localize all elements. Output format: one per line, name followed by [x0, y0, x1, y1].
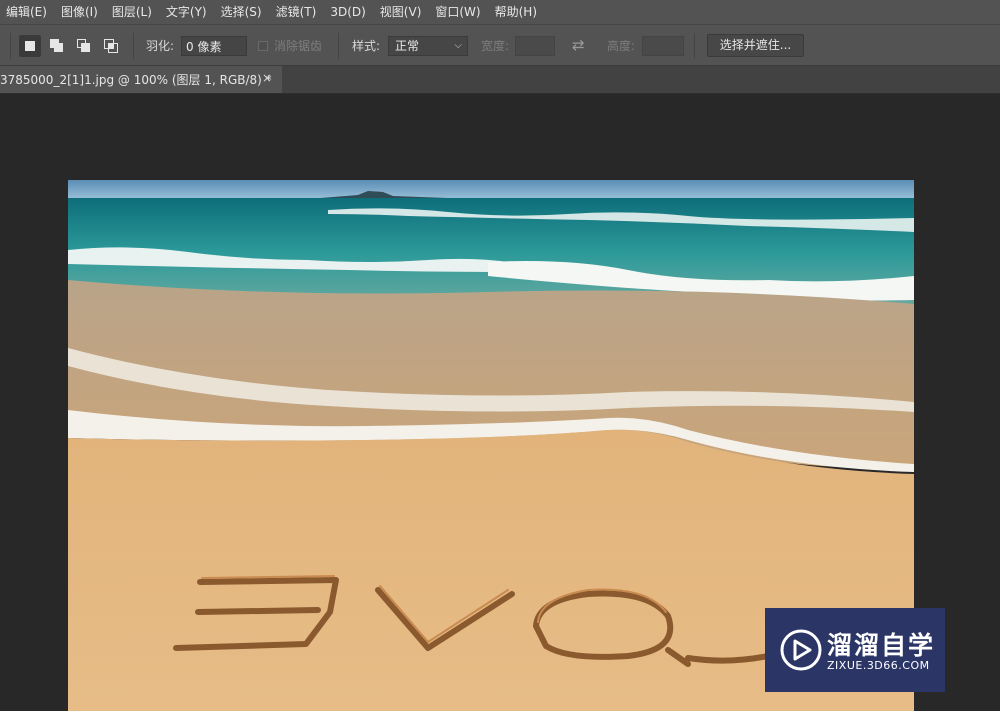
- style-label: 样式:: [352, 38, 381, 53]
- watermark-title: 溜溜自学: [827, 631, 936, 660]
- menu-bar: 编辑(E) 图像(I) 图层(L) 文字(Y) 选择(S) 滤镜(T) 3D(D…: [0, 0, 1000, 24]
- menu-window[interactable]: 窗口(W): [428, 0, 487, 24]
- menu-image[interactable]: 图像(I): [54, 0, 105, 24]
- watermark-url: ZIXUE.3D66.COM: [827, 659, 930, 672]
- menu-select[interactable]: 选择(S): [214, 0, 269, 24]
- select-and-mask-button[interactable]: 选择并遮住...: [707, 34, 804, 57]
- new-selection-button[interactable]: [19, 35, 41, 57]
- antialias-label: 消除锯齿: [274, 38, 323, 53]
- document-tab[interactable]: 3785000_2[1]1.jpg @ 100% (图层 1, RGB/8) *…: [0, 66, 282, 93]
- height-input[interactable]: [642, 36, 684, 56]
- width-input[interactable]: [515, 36, 555, 56]
- menu-3d[interactable]: 3D(D): [323, 0, 372, 24]
- add-to-selection-icon: [50, 39, 64, 53]
- menu-filter[interactable]: 滤镜(T): [269, 0, 324, 24]
- divider: [133, 33, 134, 59]
- document-tab-bar: 3785000_2[1]1.jpg @ 100% (图层 1, RGB/8) *…: [0, 66, 1000, 94]
- antialias-checkbox[interactable]: [258, 41, 268, 51]
- swap-width-height-icon[interactable]: ⇄: [572, 36, 585, 54]
- feather-label: 羽化:: [146, 38, 175, 53]
- document-tab-title: 3785000_2[1]1.jpg @ 100% (图层 1, RGB/8) *: [0, 73, 272, 87]
- chevron-down-icon: ⌵: [454, 40, 462, 51]
- height-label: 高度:: [607, 38, 636, 53]
- divider: [10, 33, 11, 59]
- style-select[interactable]: 正常 ⌵: [388, 36, 468, 56]
- menu-view[interactable]: 视图(V): [373, 0, 429, 24]
- feather-input[interactable]: [181, 36, 247, 56]
- style-select-value: 正常: [395, 39, 420, 53]
- subtract-from-selection-button[interactable]: [73, 35, 95, 57]
- menu-help[interactable]: 帮助(H): [488, 0, 544, 24]
- divider: [338, 33, 339, 59]
- menu-type[interactable]: 文字(Y): [159, 0, 214, 24]
- intersect-selection-icon: [104, 39, 118, 53]
- play-logo-icon: [780, 629, 822, 671]
- options-bar: 羽化: 消除锯齿 样式: 正常 ⌵ 宽度: ⇄ 高度: 选择并遮住...: [0, 24, 1000, 66]
- divider: [694, 33, 695, 59]
- menu-layer[interactable]: 图层(L): [105, 0, 159, 24]
- menu-edit[interactable]: 编辑(E): [0, 0, 54, 24]
- add-to-selection-button[interactable]: [46, 35, 68, 57]
- watermark: 溜溜自学 ZIXUE.3D66.COM: [765, 608, 945, 692]
- subtract-from-selection-icon: [77, 39, 91, 53]
- close-icon[interactable]: ×: [262, 71, 272, 85]
- new-selection-icon: [23, 39, 37, 53]
- width-label: 宽度:: [481, 38, 510, 53]
- intersect-selection-button[interactable]: [100, 35, 122, 57]
